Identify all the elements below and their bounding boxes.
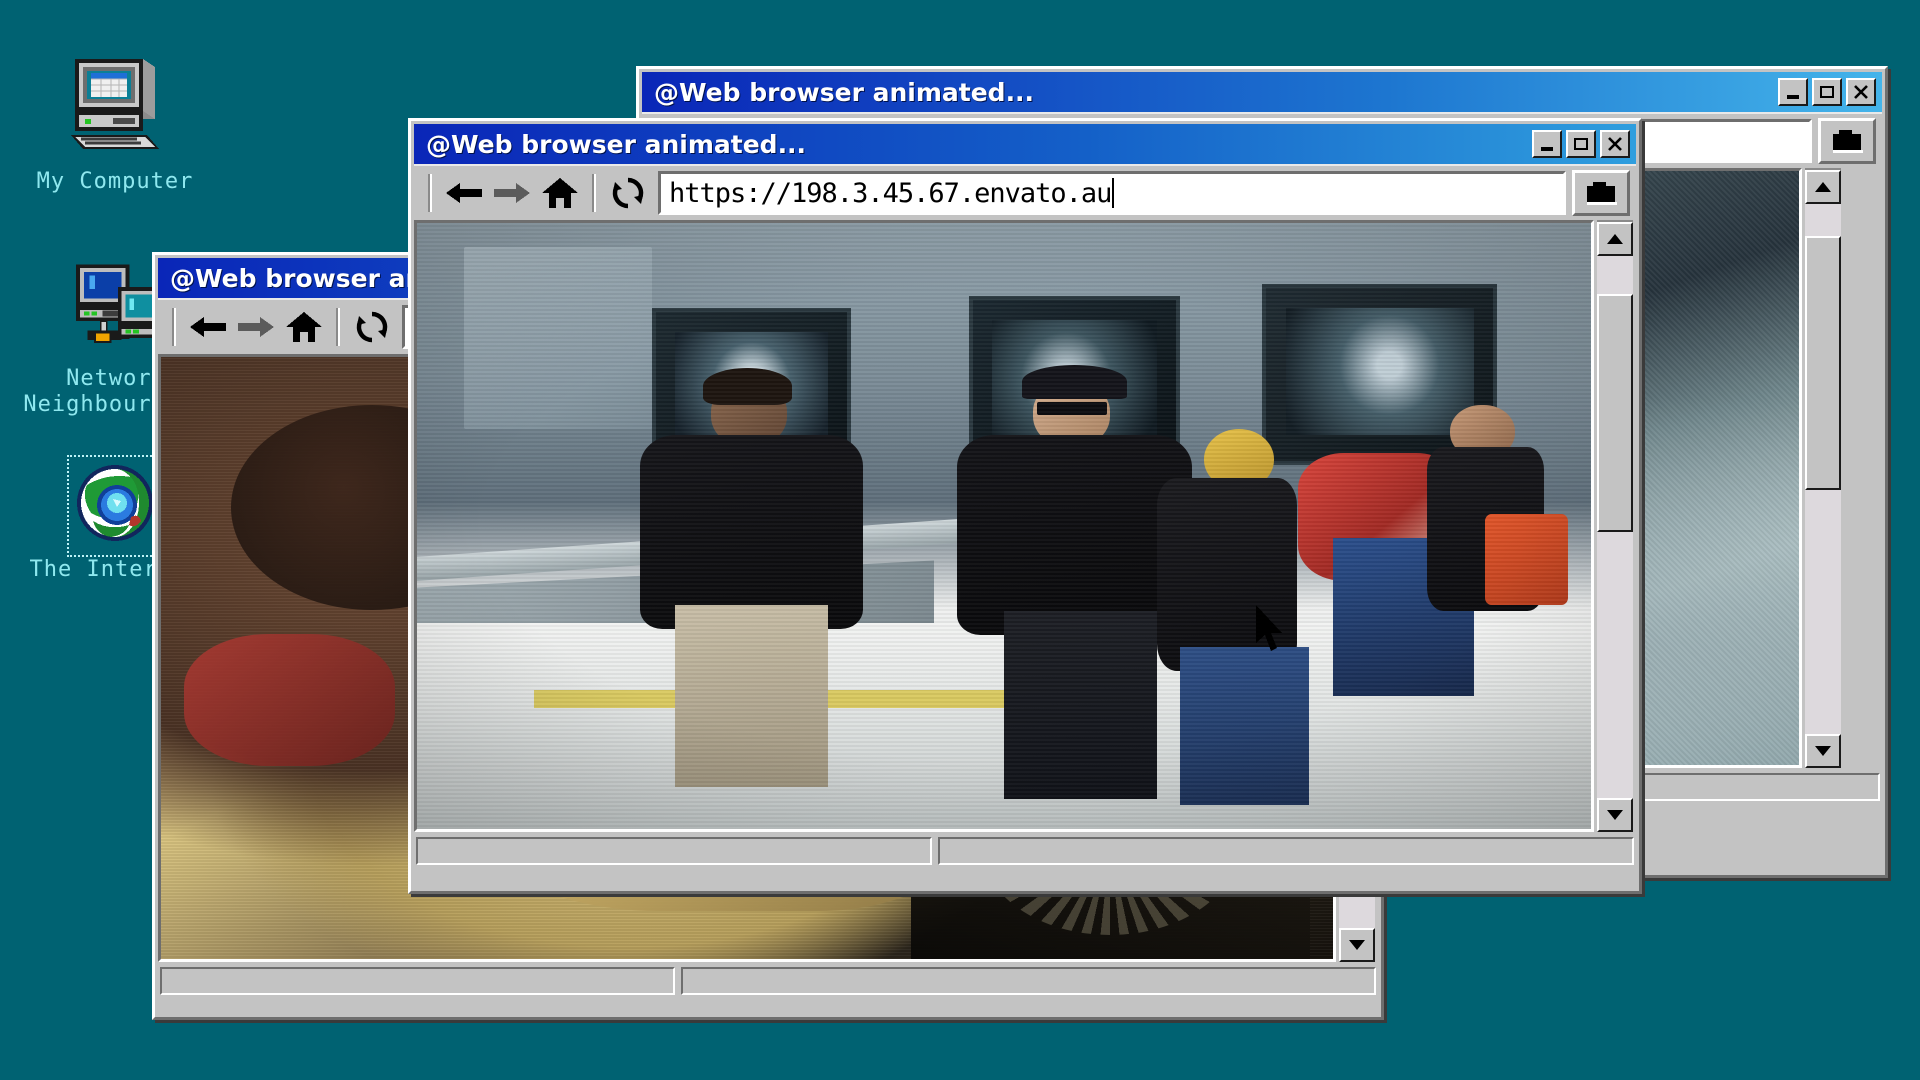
window-title: @Web browser animated... xyxy=(426,129,807,159)
scroll-up-button[interactable] xyxy=(1805,170,1841,204)
browser-window-front[interactable]: @Web browser animated... https://198.3.4… xyxy=(408,118,1642,894)
scroll-up-button[interactable] xyxy=(1597,222,1633,256)
statusbar-front xyxy=(414,832,1636,868)
close-button[interactable] xyxy=(1846,78,1876,106)
scroll-track[interactable] xyxy=(1805,204,1841,734)
home-button[interactable] xyxy=(280,305,328,349)
folder-button[interactable] xyxy=(1572,170,1630,216)
text-caret xyxy=(1112,178,1115,208)
minimize-button[interactable] xyxy=(1532,130,1562,158)
home-button[interactable] xyxy=(536,171,584,215)
url-text: https://198.3.45.67.envato.au xyxy=(669,177,1112,209)
close-button[interactable] xyxy=(1600,130,1630,158)
minimize-button[interactable] xyxy=(1778,78,1808,106)
content-row-front xyxy=(414,220,1636,832)
url-field-front[interactable]: https://198.3.45.67.envato.au xyxy=(658,171,1566,215)
scroll-down-button[interactable] xyxy=(1339,928,1375,962)
page-viewport-front[interactable] xyxy=(414,220,1594,832)
toolbar-separator-2 xyxy=(336,308,340,346)
vertical-scrollbar-back[interactable] xyxy=(1805,168,1841,768)
desktop-icon-my-computer[interactable]: My Computer xyxy=(20,55,210,195)
maximize-button[interactable] xyxy=(1812,78,1842,106)
selection-outline xyxy=(67,455,163,558)
forward-button[interactable] xyxy=(488,171,536,215)
desktop-icon-label: My Computer xyxy=(36,169,194,195)
scroll-thumb[interactable] xyxy=(1597,293,1633,533)
desktop: My Computer Network Neighbourhood The In… xyxy=(0,0,1920,1080)
forward-button[interactable] xyxy=(232,305,280,349)
window-controls xyxy=(1532,130,1632,158)
scroll-track[interactable] xyxy=(1597,256,1633,798)
scroll-down-button[interactable] xyxy=(1597,798,1633,832)
status-pane-right xyxy=(681,967,1376,995)
window-title: @Web browser animated... xyxy=(654,77,1035,107)
status-pane-left xyxy=(416,837,933,865)
toolbar-separator xyxy=(172,308,176,346)
status-pane-right xyxy=(938,837,1634,865)
scroll-thumb[interactable] xyxy=(1805,235,1841,491)
titlebar-front[interactable]: @Web browser animated... xyxy=(414,124,1636,164)
scroll-down-button[interactable] xyxy=(1805,734,1841,768)
reload-button[interactable] xyxy=(348,305,396,349)
page-image-front xyxy=(417,223,1591,829)
back-button[interactable] xyxy=(440,171,488,215)
window-controls xyxy=(1778,78,1878,106)
folder-button[interactable] xyxy=(1818,118,1876,164)
reload-button[interactable] xyxy=(604,171,652,215)
vertical-scrollbar-front[interactable] xyxy=(1597,220,1633,832)
globe-icon xyxy=(73,461,157,551)
statusbar-left xyxy=(158,962,1378,998)
computer-icon xyxy=(20,55,210,161)
toolbar-front[interactable]: https://198.3.45.67.envato.au xyxy=(414,164,1636,220)
toolbar-separator xyxy=(428,174,432,212)
back-button[interactable] xyxy=(184,305,232,349)
toolbar-separator-2 xyxy=(592,174,596,212)
maximize-button[interactable] xyxy=(1566,130,1596,158)
titlebar-back[interactable]: @Web browser animated... xyxy=(642,72,1882,112)
status-pane-left xyxy=(160,967,676,995)
